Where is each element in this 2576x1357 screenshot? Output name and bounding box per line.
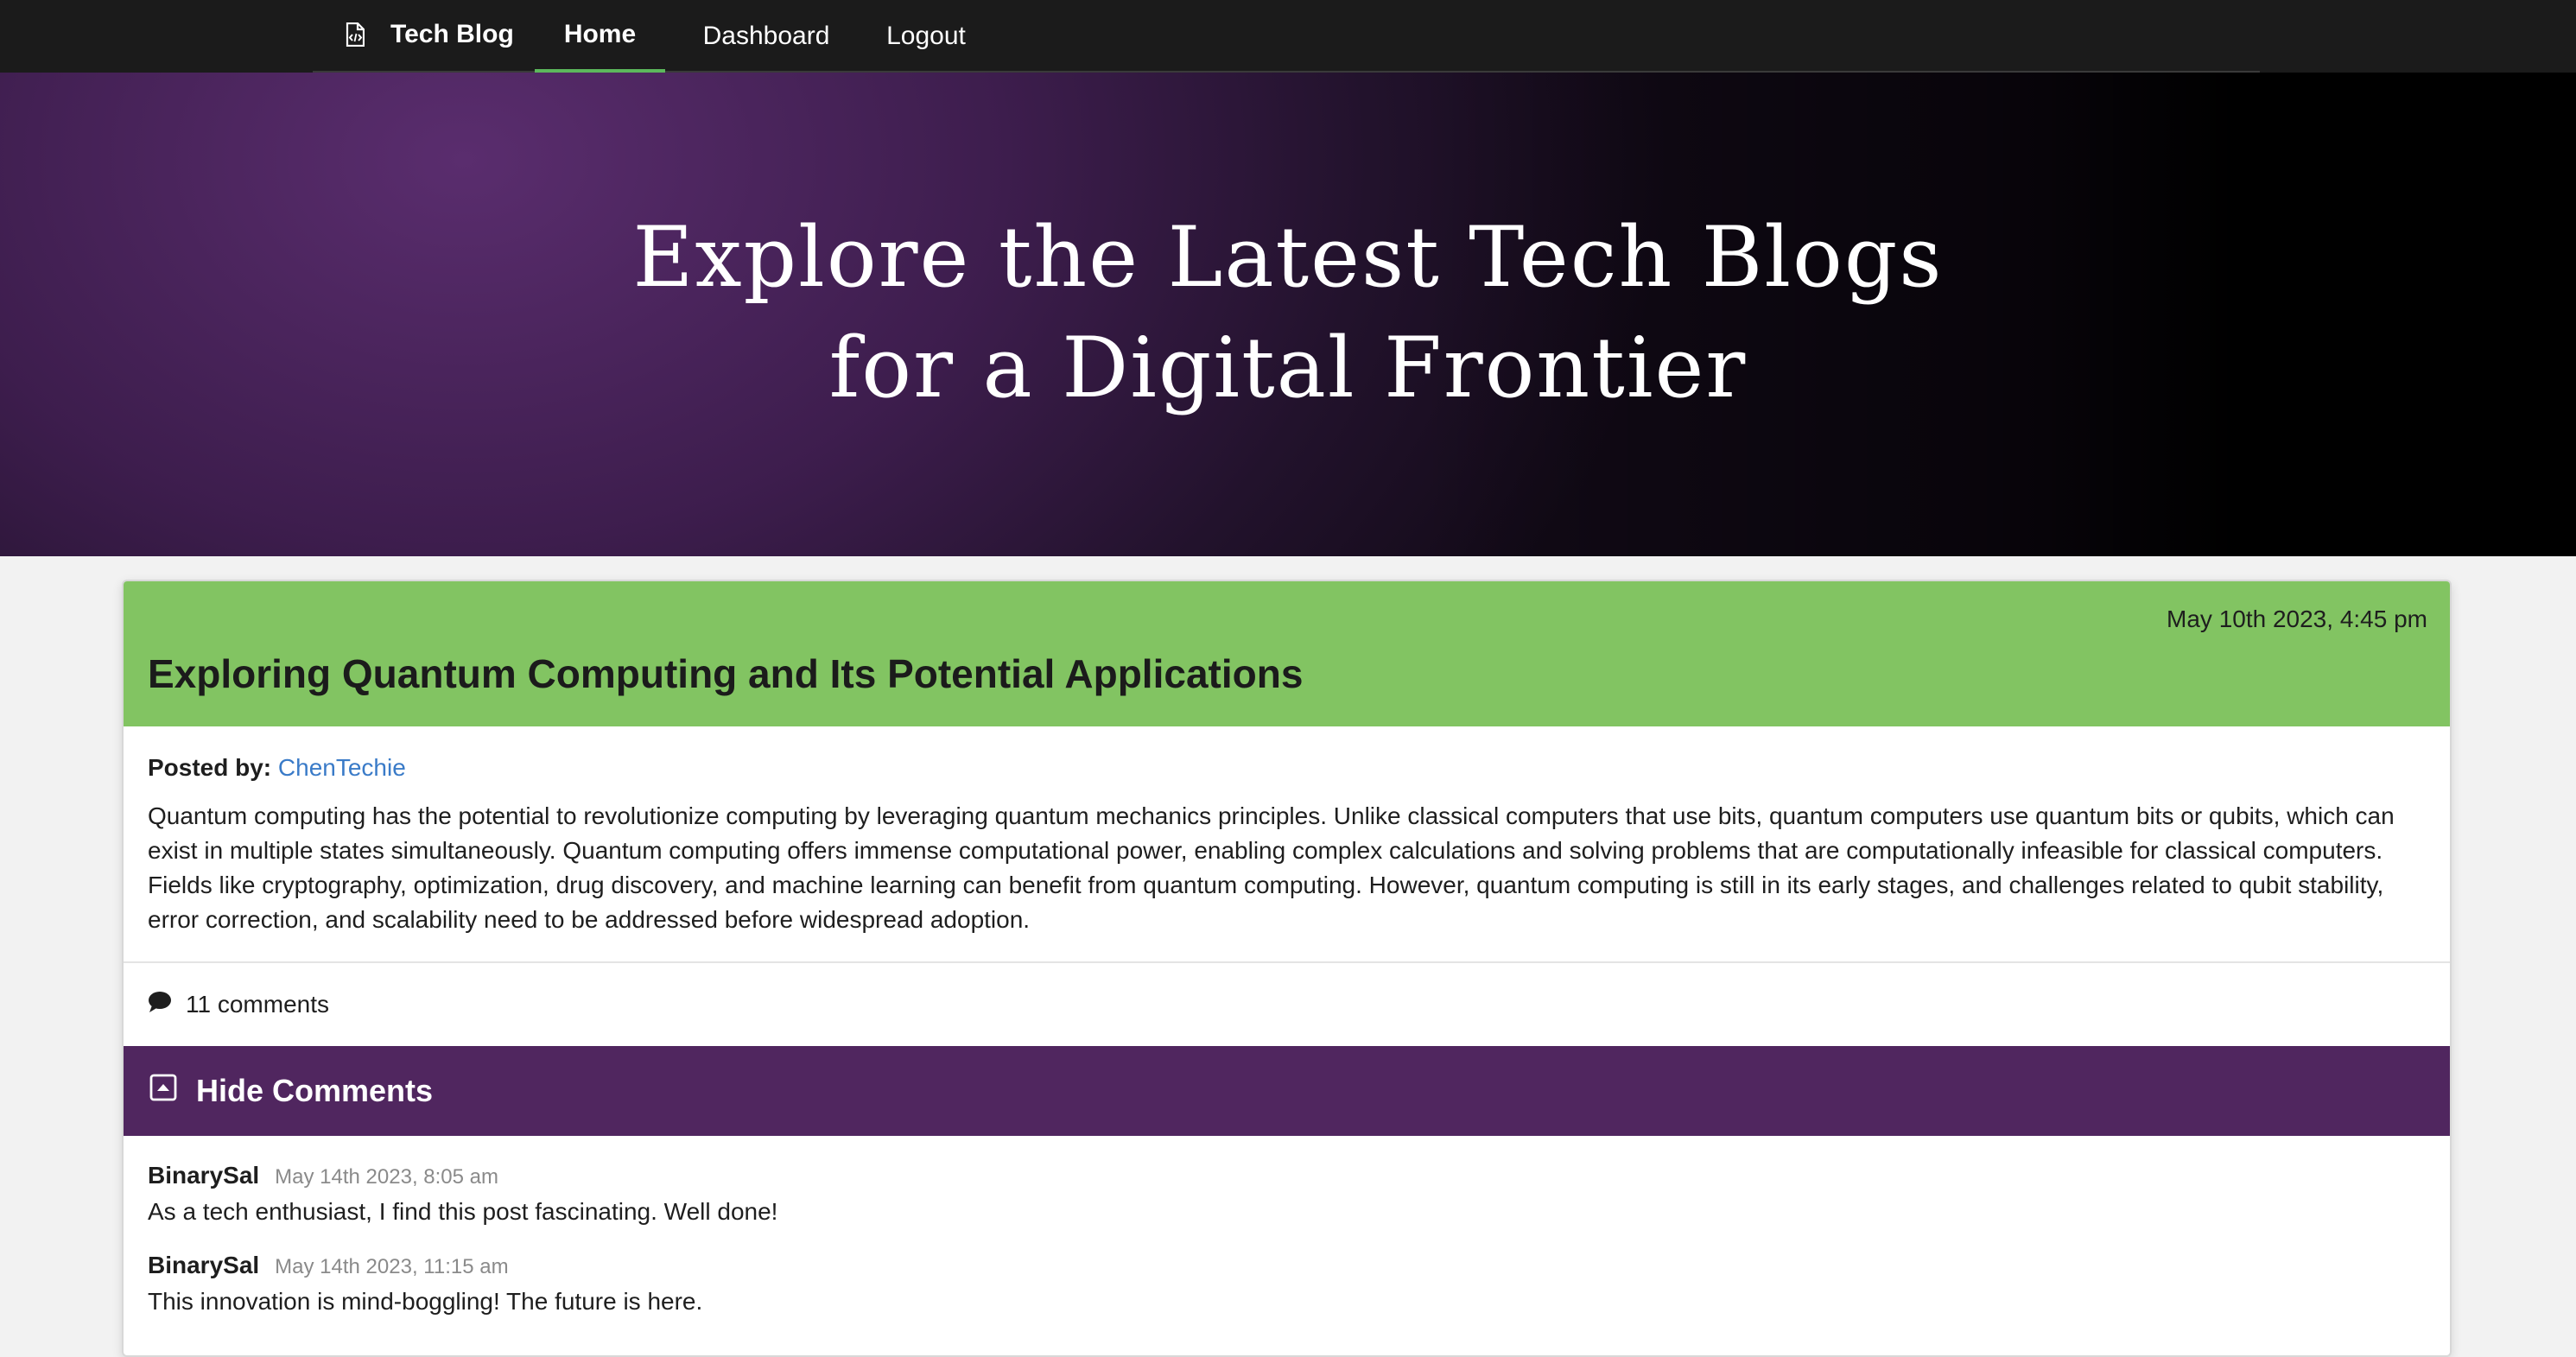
divider <box>124 961 2450 963</box>
brand-link[interactable]: Tech Blog <box>346 0 514 69</box>
comment-meta: BinarySal May 14th 2023, 11:15 am <box>148 1252 2394 1279</box>
comment-date: May 14th 2023, 8:05 am <box>275 1165 499 1189</box>
comment-bubble-icon <box>148 991 172 1019</box>
top-navbar: Tech Blog Home Dashboard Logout <box>0 0 2576 73</box>
comment-item: BinarySal May 14th 2023, 8:05 am As a te… <box>148 1162 2394 1226</box>
navbar-container: Tech Blog Home Dashboard Logout <box>313 0 2260 73</box>
hero-title-line-2: for a Digital Frontier <box>828 320 1748 416</box>
post-title[interactable]: Exploring Quantum Computing and Its Pote… <box>148 650 1303 697</box>
comment-author: BinarySal <box>148 1252 260 1278</box>
comment-count[interactable]: 11 comments <box>148 987 329 1022</box>
posted-by-label: Posted by: <box>148 754 272 781</box>
author-link[interactable]: ChenTechie <box>278 754 406 781</box>
post-header: May 10th 2023, 4:45 pm Exploring Quantum… <box>124 581 2450 726</box>
brand-name: Tech Blog <box>390 20 514 48</box>
hero-banner: Explore the Latest Tech Blogs for a Digi… <box>0 73 2576 556</box>
posted-by: Posted by: ChenTechie <box>148 754 406 782</box>
hero-title: Explore the Latest Tech Blogs for a Digi… <box>0 202 2576 423</box>
hide-comments-label: Hide Comments <box>196 1073 434 1108</box>
post-body: Quantum computing has the potential to r… <box>148 802 2395 933</box>
file-code-icon <box>346 22 365 47</box>
hide-comments-button[interactable]: Hide Comments <box>124 1046 2450 1136</box>
comment-item: BinarySal May 14th 2023, 11:15 am This i… <box>148 1252 2394 1316</box>
comment-date: May 14th 2023, 11:15 am <box>275 1255 509 1278</box>
comment-author: BinarySal <box>148 1162 260 1189</box>
nav-dashboard[interactable]: Dashboard <box>674 0 859 73</box>
comment-text: This innovation is mind-boggling! The fu… <box>148 1288 703 1315</box>
hero-title-line-1: Explore the Latest Tech Blogs <box>632 209 1944 306</box>
nav-logout[interactable]: Logout <box>866 0 987 73</box>
collapse-square-icon <box>149 1073 177 1109</box>
comment-count-label: 11 comments <box>186 991 329 1018</box>
comment-meta: BinarySal May 14th 2023, 8:05 am <box>148 1162 2394 1189</box>
post-date: May 10th 2023, 4:45 pm <box>2167 606 2427 632</box>
comment-text: As a tech enthusiast, I find this post f… <box>148 1198 778 1225</box>
nav-home[interactable]: Home <box>535 0 665 73</box>
post-card: May 10th 2023, 4:45 pm Exploring Quantum… <box>122 580 2452 1357</box>
